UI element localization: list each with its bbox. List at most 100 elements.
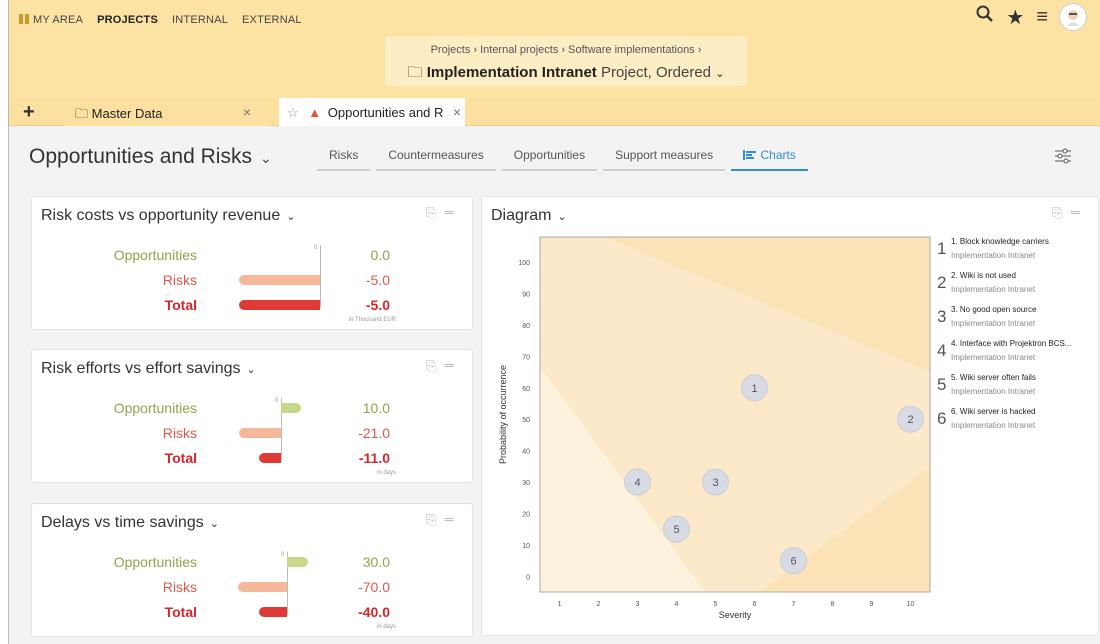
- settings-sliders-icon[interactable]: ⚌: [444, 358, 462, 373]
- warning-icon: ▲: [308, 105, 322, 120]
- menu-icon[interactable]: ≡: [1036, 6, 1048, 29]
- nav-projects[interactable]: PROJECTS: [97, 14, 158, 26]
- bar: [239, 428, 281, 438]
- legend-item[interactable]: 2 2. Wiki is not used Implementation Intra…: [937, 271, 1097, 305]
- y-tick-label: 100: [518, 260, 530, 267]
- bar: [287, 557, 308, 567]
- export-icon[interactable]: ⎘: [426, 205, 444, 220]
- card-title-text: Risk efforts vs effort savings: [41, 360, 241, 377]
- bar-value: -21.0: [358, 425, 390, 441]
- chevron-down-icon: ⌄: [259, 150, 272, 166]
- search-icon[interactable]: [976, 5, 994, 29]
- export-icon[interactable]: ⎘: [1052, 205, 1070, 220]
- y-tick-label: 50: [522, 417, 530, 424]
- legend-sub: Implementation Intranet: [951, 421, 1036, 430]
- top-icons: ★ ≡: [976, 4, 1086, 30]
- legend-item[interactable]: 1 1. Block knowledge carriers Implementati…: [937, 237, 1097, 271]
- subtab-opportunities[interactable]: Opportunities: [501, 148, 598, 171]
- tab-master-data[interactable]: 🗀 Master Data ×: [65, 98, 269, 126]
- diagram-legend: 1 1. Block knowledge carriers Implementati…: [937, 237, 1097, 441]
- bar: [239, 300, 320, 310]
- bar-label: Total: [164, 297, 197, 313]
- bar-label: Total: [164, 604, 197, 620]
- breadcrumb-path[interactable]: Projects › Internal projects › Software …: [385, 44, 747, 56]
- legend-item[interactable]: 3 3. No good open source Implementation In…: [937, 305, 1097, 339]
- legend-item[interactable]: 5 5. Wiki server often fails Implementatio…: [937, 373, 1097, 407]
- avatar[interactable]: [1060, 4, 1086, 30]
- card-title-text: Delays vs time savings: [41, 514, 204, 531]
- settings-sliders-icon[interactable]: ⚌: [444, 205, 462, 220]
- legend-number: 4: [937, 341, 947, 360]
- tab-opportunities-risks[interactable]: ☆ ▲ Opportunities and R ×: [279, 98, 465, 126]
- project-name: Implementation Intranet: [426, 64, 597, 81]
- bar: [259, 607, 287, 617]
- nav-external[interactable]: EXTERNAL: [242, 14, 302, 26]
- x-axis-label: Severity: [719, 610, 752, 620]
- y-tick-label: 10: [522, 543, 530, 550]
- legend-title: 5. Wiki server often fails: [951, 373, 1036, 382]
- pin-icon[interactable]: ☆: [287, 105, 299, 120]
- card-actions: ⎘⚌: [1052, 205, 1088, 221]
- subtab-risks[interactable]: Risks: [317, 148, 371, 171]
- subtab-support-measures[interactable]: Support measures: [603, 148, 726, 171]
- card-title[interactable]: Risk costs vs opportunity revenue ⌄: [41, 207, 295, 225]
- bar-label: Opportunities: [113, 400, 197, 416]
- x-tick-label: 6: [753, 601, 757, 608]
- zero-label: 0: [281, 552, 285, 558]
- card-title[interactable]: Delays vs time savings ⌄: [41, 514, 219, 532]
- risk-point-label: 2: [907, 414, 913, 426]
- nav-my-area[interactable]: MY AREA: [19, 14, 83, 26]
- bar-chart-card: Delays vs time savings ⌄ ⎘⚌ 0 Opportunities…: [31, 503, 473, 637]
- y-tick-label: 70: [522, 354, 530, 361]
- export-icon[interactable]: ⎘: [426, 512, 444, 527]
- settings-sliders-icon[interactable]: ⚌: [1070, 205, 1088, 220]
- chevron-down-icon: ⌄: [286, 211, 296, 223]
- close-icon[interactable]: ×: [450, 104, 461, 120]
- y-tick-label: 40: [522, 449, 530, 456]
- legend-number: 3: [937, 307, 947, 326]
- add-tab-icon[interactable]: +: [23, 101, 35, 124]
- bar-value: 10.0: [362, 400, 390, 416]
- breadcrumb: Projects › Internal projects › Software …: [385, 36, 747, 86]
- star-icon[interactable]: ★: [1006, 5, 1024, 30]
- unit-label: in days: [376, 470, 396, 476]
- page-title-text: Opportunities and Risks: [29, 145, 252, 168]
- card-title[interactable]: Diagram ⌄: [491, 207, 567, 225]
- legend-item[interactable]: 6 6. Wiki server is hacked Implementation …: [937, 407, 1097, 441]
- x-tick-label: 10: [907, 601, 915, 608]
- x-tick-label: 1: [558, 601, 562, 608]
- legend-item[interactable]: 4 4. Interface with Projektron BCS... Impl…: [937, 339, 1097, 373]
- export-icon[interactable]: ⎘: [426, 358, 444, 373]
- close-icon[interactable]: ×: [243, 104, 251, 120]
- diagram-title: Diagram: [491, 207, 552, 224]
- chevron-down-icon: ⌄: [715, 68, 725, 80]
- card-title-text: Risk costs vs opportunity revenue: [41, 207, 281, 224]
- x-tick-label: 4: [675, 601, 679, 608]
- y-axis-label: Probability of occurrence: [498, 365, 508, 464]
- y-tick-label: 20: [522, 511, 530, 518]
- settings-sliders-icon[interactable]: ⚌: [444, 512, 462, 527]
- bar: [281, 403, 301, 413]
- filter-settings-icon[interactable]: [1054, 148, 1072, 169]
- legend-number: 6: [937, 409, 947, 428]
- nav-internal[interactable]: INTERNAL: [172, 14, 228, 26]
- bar-label: Risks: [162, 272, 197, 288]
- y-tick-label: 0: [526, 574, 530, 581]
- page-title[interactable]: Opportunities and Risks ⌄: [29, 145, 272, 169]
- legend-sub: Implementation Intranet: [951, 353, 1036, 362]
- y-tick-label: 80: [522, 323, 530, 330]
- subtab-charts[interactable]: Charts: [731, 148, 808, 171]
- folder-icon: 🗀: [75, 106, 89, 121]
- card-title[interactable]: Risk efforts vs effort savings ⌄: [41, 360, 256, 378]
- chevron-down-icon: ⌄: [209, 518, 219, 530]
- bar-value: -5.0: [365, 297, 390, 313]
- subtab-countermeasures[interactable]: Countermeasures: [376, 148, 496, 171]
- legend-title: 1. Block knowledge carriers: [951, 237, 1049, 246]
- project-selector[interactable]: 🗀 Implementation Intranet Project, Order…: [385, 62, 747, 87]
- legend-sub: Implementation Intranet: [951, 319, 1036, 328]
- project-type: Project, Ordered: [600, 64, 712, 81]
- diagram-card: Diagram ⌄ ⎘⚌ 1 2 3 4 5 6 7 8 9 10 0 10 20 30 40 50 60 70 80…: [481, 196, 1099, 636]
- x-tick-label: 2: [597, 601, 601, 608]
- legend-number: 5: [937, 375, 947, 394]
- x-tick-label: 8: [831, 601, 835, 608]
